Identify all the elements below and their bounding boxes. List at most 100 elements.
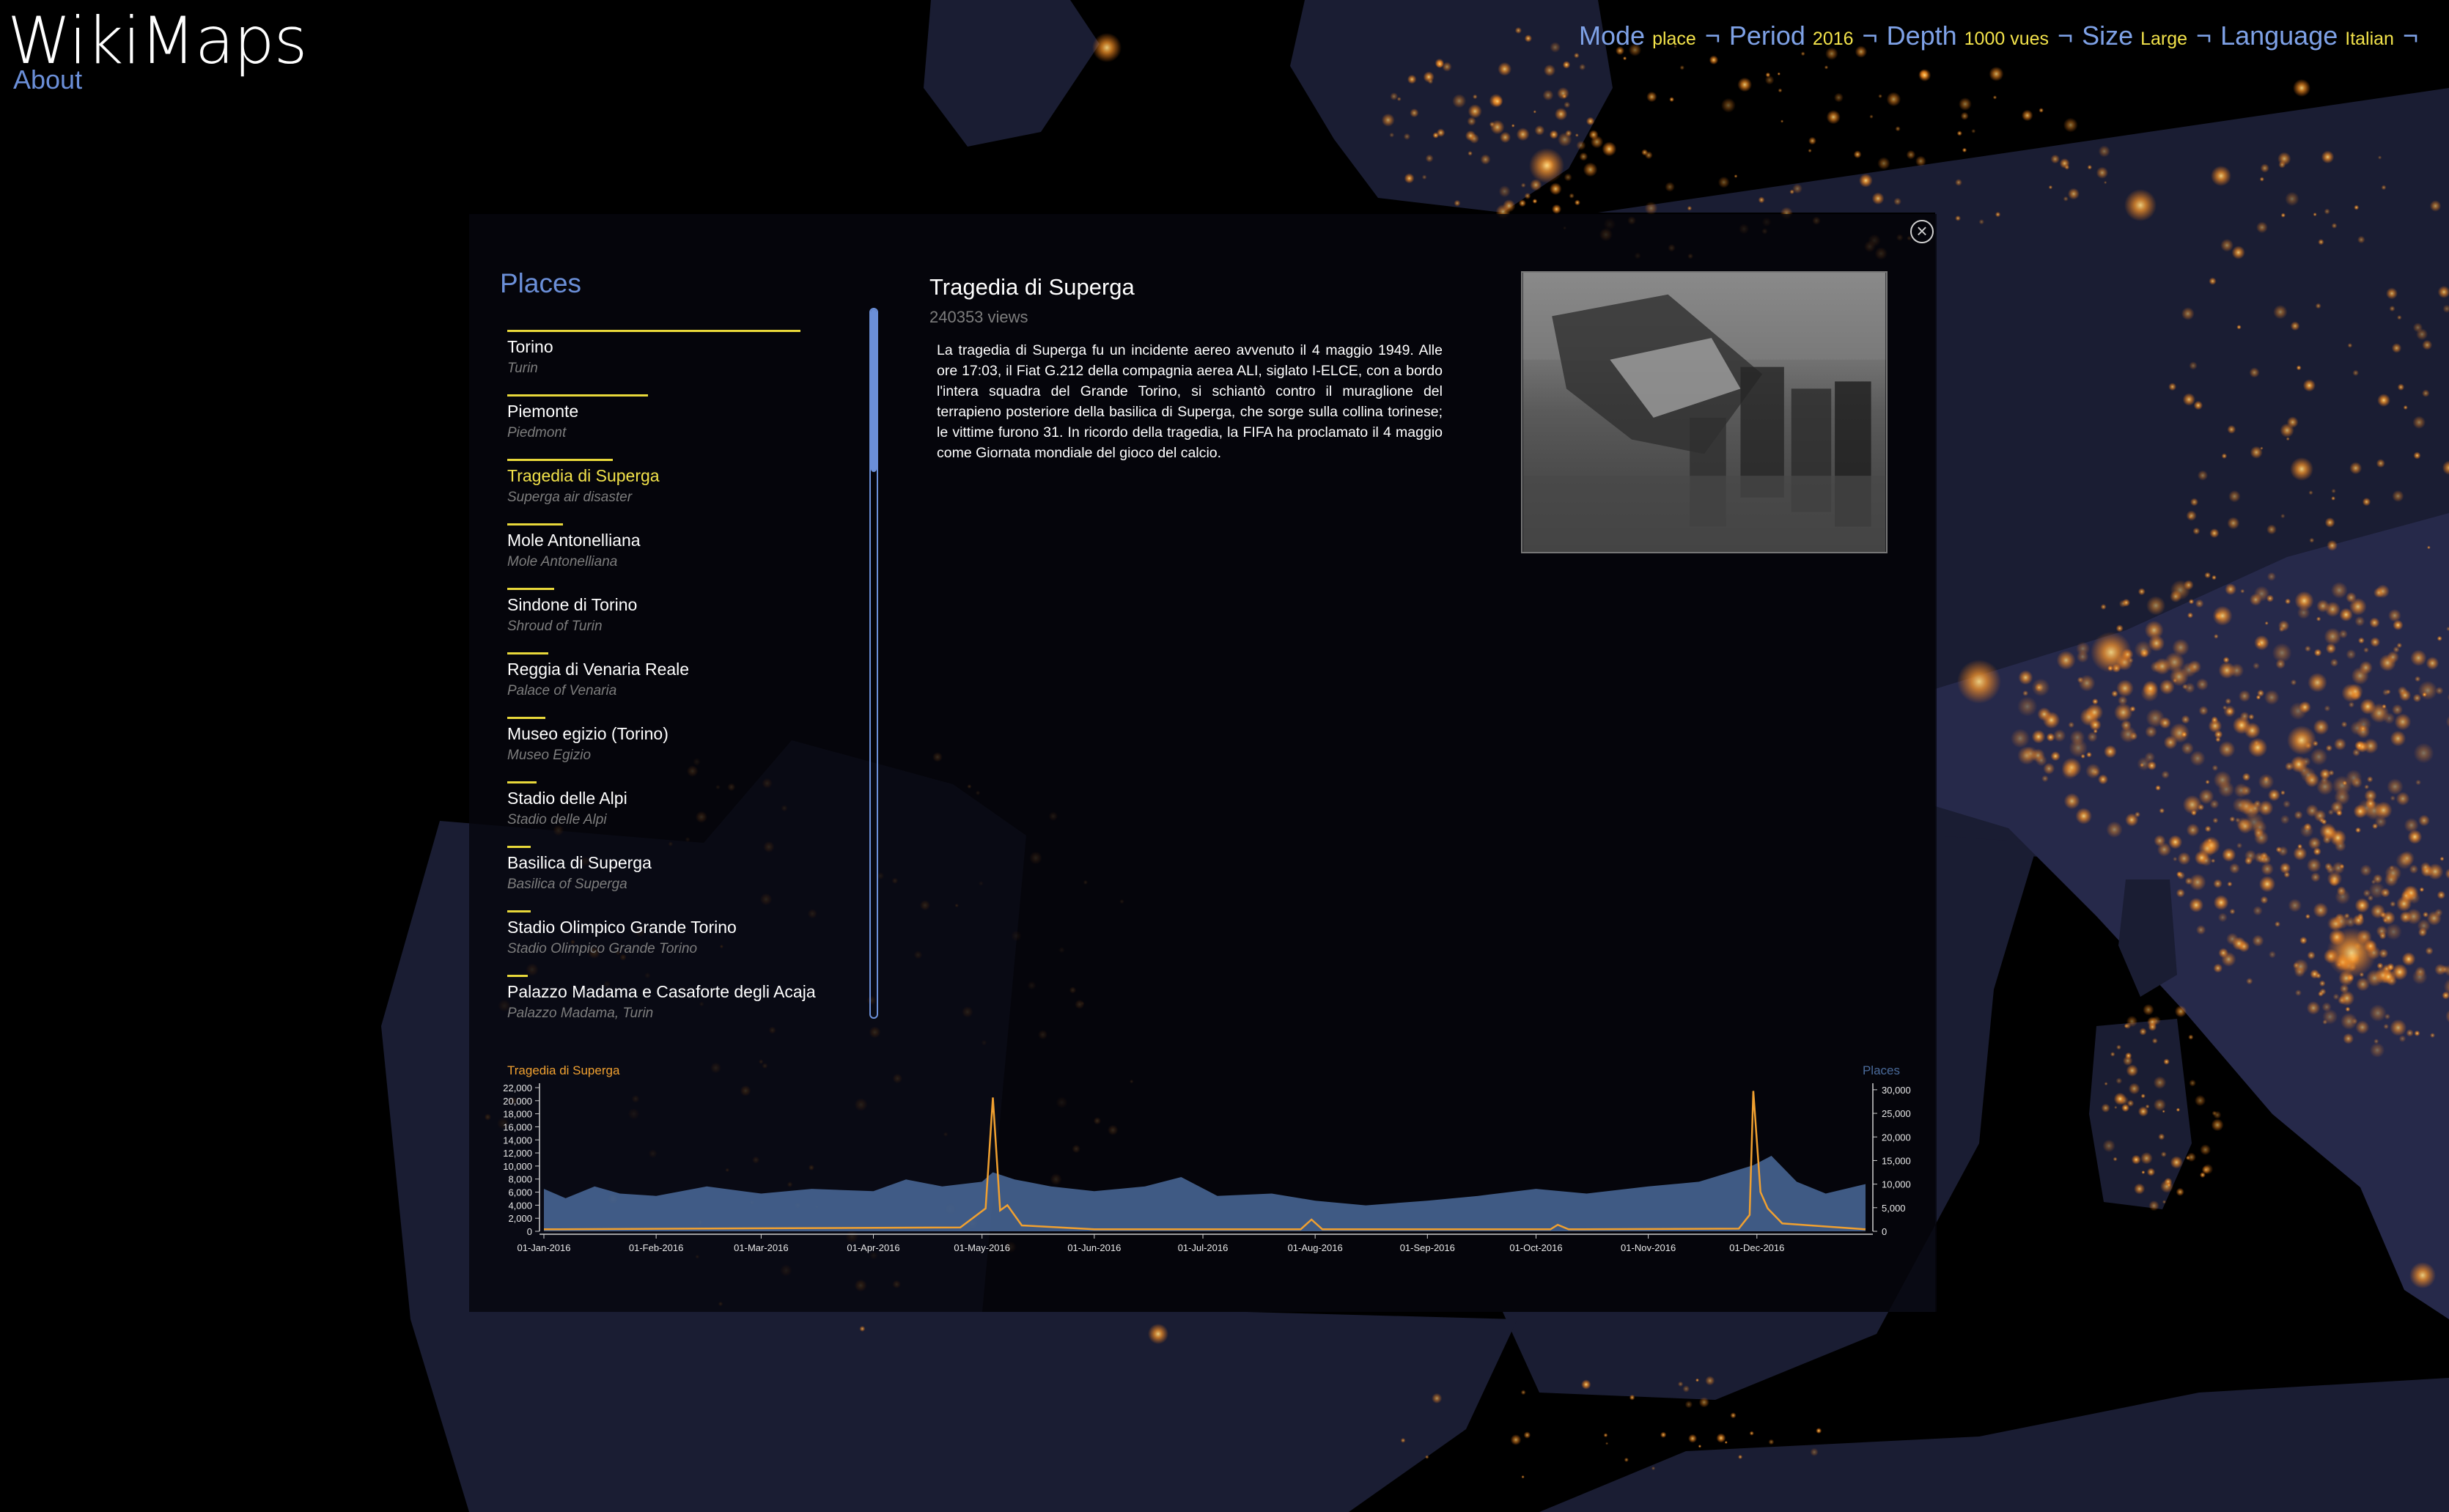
city-light	[2221, 453, 2228, 459]
place-subtitle: Stadio delle Alpi	[507, 812, 607, 827]
city-light	[2341, 721, 2348, 728]
city-light	[2248, 714, 2255, 720]
nav-depth[interactable]: Depth 1000 vues	[1887, 21, 2049, 51]
city-light	[2373, 587, 2384, 598]
city-light	[2204, 572, 2212, 579]
list-item[interactable]: Palazzo Madama e Casaforte degli Acaja Pa…	[507, 973, 859, 1038]
place-subtitle: Palazzo Madama, Turin	[507, 1006, 654, 1021]
city-light	[2437, 890, 2446, 899]
city-light	[2280, 814, 2290, 825]
city-light	[1381, 113, 1395, 127]
city-light	[2266, 524, 2277, 535]
city-light	[1810, 1448, 1819, 1456]
city-light	[2286, 437, 2290, 441]
left-tick-label: 14,000	[503, 1135, 532, 1146]
left-tick-label: 22,000	[503, 1083, 532, 1094]
nav-separator: ¬	[1704, 21, 1720, 51]
city-light	[1717, 176, 1730, 188]
city-light	[2365, 969, 2384, 987]
list-item[interactable]: Torino Turin	[507, 328, 859, 393]
city-light	[2324, 517, 2335, 528]
list-item[interactable]: Museo egizio (Torino) Museo Egizio	[507, 715, 859, 780]
city-light	[2377, 394, 2390, 407]
city-light	[2330, 581, 2348, 599]
city-light	[2341, 1013, 2357, 1030]
city-light	[1576, 140, 1586, 150]
city-light	[1532, 199, 1538, 204]
city-light	[2017, 696, 2038, 717]
city-light	[2229, 663, 2244, 678]
city-light	[1583, 162, 1598, 177]
city-light	[1800, 51, 1805, 56]
list-item[interactable]: Stadio Olimpico Grande Torino Stadio Olim…	[507, 909, 859, 973]
city-light	[2146, 596, 2166, 616]
city-light	[2114, 703, 2133, 722]
city-light	[2376, 459, 2385, 468]
city-light	[2122, 1055, 2133, 1066]
city-light	[2294, 811, 2303, 820]
views-chart: Tragedia di Superga Places 0 2,000 4,000 6,00…	[503, 1063, 1911, 1253]
list-item[interactable]: Piemonte Piedmont	[507, 393, 859, 457]
city-light	[2195, 599, 2204, 608]
nav-language[interactable]: Language Italian	[2220, 21, 2394, 51]
city-light	[2260, 896, 2269, 904]
list-item[interactable]: Mole Antonelliana Mole Antonelliana	[507, 522, 859, 586]
city-light	[2355, 1020, 2370, 1035]
city-light	[2151, 1038, 2158, 1044]
city-light	[1498, 62, 1512, 76]
city-light	[2104, 180, 2107, 185]
list-item[interactable]: Sindone di Torino Shroud of Turin	[507, 586, 859, 651]
city-light	[2168, 835, 2183, 849]
city-light	[2228, 490, 2241, 503]
list-item[interactable]: Stadio delle Alpi Stadio delle Alpi	[507, 780, 859, 844]
city-light	[2327, 539, 2338, 551]
x-tick-label: 01-Nov-2016	[1621, 1242, 1676, 1253]
list-item[interactable]: Tragedia di Superga Superga air disaster	[507, 457, 859, 522]
nav-separator: ¬	[2058, 21, 2074, 51]
x-tick-label: 01-Oct-2016	[1509, 1242, 1562, 1253]
city-light	[2365, 798, 2376, 809]
city-light	[2392, 490, 2404, 503]
scrollbar-thumb[interactable]	[871, 309, 877, 472]
city-light	[2324, 705, 2331, 712]
city-light	[2220, 238, 2234, 252]
city-light	[2244, 722, 2261, 739]
city-light	[2118, 600, 2127, 608]
city-light	[2286, 416, 2299, 428]
city-light	[859, 1326, 866, 1332]
city-light	[2201, 1165, 2210, 1174]
city-light	[2163, 735, 2178, 750]
city-light	[2198, 803, 2205, 811]
left-tick-label: 18,000	[503, 1109, 532, 1120]
city-light	[2147, 1017, 2158, 1028]
x-tick-label: 01-Feb-2016	[629, 1242, 683, 1253]
city-light	[2322, 1019, 2328, 1025]
nav-mode[interactable]: Mode place	[1579, 21, 1696, 51]
city-light	[2329, 916, 2343, 932]
city-light	[2160, 1151, 2167, 1157]
city-light	[2229, 908, 2236, 915]
city-light	[2339, 990, 2355, 1006]
city-light	[2166, 1182, 2171, 1187]
right-tick-label: 25,000	[1882, 1108, 1911, 1119]
city-light	[2068, 721, 2074, 729]
list-item[interactable]: Reggia di Venaria Reale Palace of Venaria	[507, 651, 859, 715]
city-light	[2213, 1110, 2222, 1119]
city-light	[1730, 1412, 1737, 1419]
nav-size[interactable]: Size Large	[2082, 21, 2187, 51]
city-light	[2439, 856, 2445, 861]
city-light	[1768, 1439, 1775, 1445]
list-item[interactable]: Basilica di Superga Basilica of Superga	[507, 844, 859, 909]
city-light	[2125, 813, 2139, 827]
about-link[interactable]: About	[13, 64, 82, 95]
nav-period[interactable]: Period 2016	[1729, 21, 1854, 51]
city-light	[2382, 911, 2395, 925]
city-light	[2173, 856, 2178, 862]
city-light	[1737, 77, 1752, 92]
city-light	[2229, 863, 2240, 874]
place-subtitle: Basilica of Superga	[507, 877, 627, 892]
place-name: Stadio delle Alpi	[507, 789, 627, 808]
close-icon[interactable]: ×	[1910, 220, 1934, 243]
series-label-superga: Tragedia di Superga	[507, 1063, 620, 1077]
city-light	[2413, 451, 2421, 460]
